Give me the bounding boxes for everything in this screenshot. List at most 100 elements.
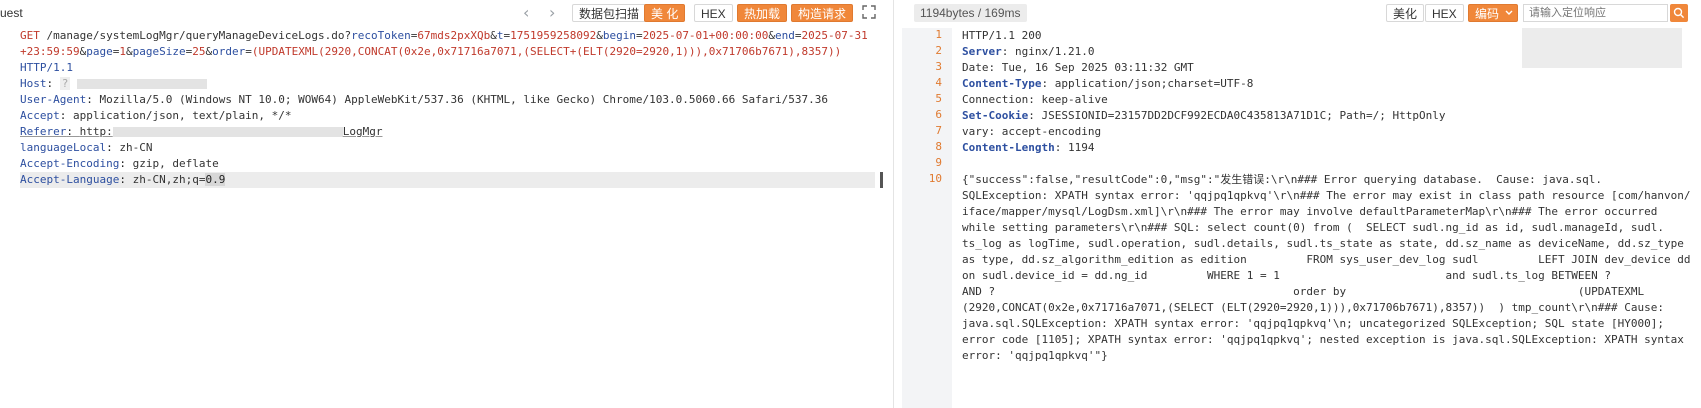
hot-load-button[interactable]: 热加载 xyxy=(737,4,788,22)
request-line: GET /manage/systemLogMgr/queryManageDevi… xyxy=(20,29,868,42)
beautify-button[interactable]: 美 化 xyxy=(644,4,686,22)
body-line: as type, dd.sz_algorithm_edition as edit… xyxy=(962,253,1691,266)
param-value: 67mds2pxXQb xyxy=(417,29,491,42)
param-value: 2025-07-01+00:00:00 xyxy=(642,29,769,42)
header-key: Server xyxy=(962,45,1002,58)
header-colon: : xyxy=(988,61,1002,74)
response-line: Connection: keep-alive xyxy=(962,92,1692,108)
response-line: Server: nginx/1.21.0 xyxy=(962,44,1692,60)
request-editor[interactable]: GET /manage/systemLogMgr/queryManageDevi… xyxy=(20,28,875,188)
header-colon: : xyxy=(988,125,1002,138)
param-value: 1 xyxy=(119,45,126,58)
body-line: (2920,CONCAT(0x2e,0x71716a7071,(SELECT (… xyxy=(962,301,1664,314)
encoding-dropdown[interactable]: 编码 xyxy=(1468,4,1519,22)
body-line: while setting parameters\r\n### SQL: sel… xyxy=(962,221,1664,234)
response-beautify-button[interactable]: 美化 xyxy=(1386,4,1425,22)
fullscreen-icon[interactable] xyxy=(862,5,876,19)
param-equals: = xyxy=(245,45,252,58)
header-value: accept-encoding xyxy=(1001,125,1102,138)
param-value: (UPDATEXML(2920,CONCAT(0x2e,0x71716a7071… xyxy=(251,45,842,58)
next-arrow-icon[interactable]: › xyxy=(549,3,555,22)
param-key: pageSize xyxy=(132,45,186,58)
header-referer: Referer: http: LogMgr xyxy=(20,125,383,138)
chevron-down-icon xyxy=(1505,10,1513,15)
packet-scan-button[interactable]: 数据包扫描 xyxy=(572,4,647,22)
body-line: iface/mapper/mysql/LogDsm.xml]\r\n### Th… xyxy=(962,205,1658,218)
header-language-local: languageLocal: zh-CN xyxy=(20,141,153,154)
param-key: page xyxy=(86,45,113,58)
header-value: application/json;charset=UTF-8 xyxy=(1054,77,1254,90)
param-key: end xyxy=(775,29,795,42)
request-tab-title: uest xyxy=(0,6,23,20)
param-key: recoToken xyxy=(351,29,411,42)
header-accept: Accept: application/json, text/plain, */… xyxy=(20,109,292,122)
header-value: nginx/1.21.0 xyxy=(1015,45,1095,58)
header-key: Content-Length xyxy=(962,141,1055,154)
search-button[interactable] xyxy=(1670,4,1688,22)
request-toolbar: uest ‹ › 数据包扫描 美 化 HEX 热加载 构造请求 xyxy=(0,0,893,26)
hex-button[interactable]: HEX xyxy=(694,4,733,22)
header-colon: : xyxy=(1054,141,1068,154)
response-line: Date: Tue, 16 Sep 2025 03:11:32 GMT xyxy=(962,60,1692,76)
editor-scroll-marker[interactable] xyxy=(880,172,893,188)
header-key: Connection xyxy=(962,93,1029,106)
header-value: keep-alive xyxy=(1041,93,1108,106)
prev-arrow-icon[interactable]: ‹ xyxy=(523,3,529,22)
response-line: HTTP/1.1 200 xyxy=(962,28,1692,44)
header-key: Content-Type xyxy=(962,77,1042,90)
header-key: Set-Cookie xyxy=(962,109,1029,122)
header-colon: : xyxy=(1028,93,1042,106)
body-line: java.sql.SQLException: XPATH syntax erro… xyxy=(962,317,1664,330)
body-line: AND ? order by (UPDATEXML xyxy=(962,285,1645,298)
param-value: 25 xyxy=(192,45,206,58)
status-line: HTTP/1.1 200 xyxy=(962,29,1042,42)
response-line: vary: accept-encoding xyxy=(962,124,1692,140)
response-toolbar: 1194bytes / 169ms 美化 HEX 编码 xyxy=(902,0,1701,26)
line-number: 3 xyxy=(935,60,942,73)
response-viewer[interactable]: HTTP/1.1 200 Server: nginx/1.21.0 Date: Tu… xyxy=(962,28,1692,364)
request-line-cont: +23:59:59&page=1&pageSize=25&order=(UPDA… xyxy=(20,45,842,58)
line-number: 5 xyxy=(935,92,942,105)
response-size-badge: 1194bytes / 169ms xyxy=(914,4,1027,22)
header-key: Date xyxy=(962,61,989,74)
line-number: 9 xyxy=(935,156,942,169)
param-separator: & xyxy=(125,45,133,58)
header-accept-encoding: Accept-Encoding: gzip, deflate xyxy=(20,157,219,170)
body-line: ts_log as logTime, sudl.operation, sudl.… xyxy=(962,237,1684,250)
line-number: 4 xyxy=(935,76,942,89)
line-number: 8 xyxy=(935,140,942,153)
redacted-block xyxy=(77,79,207,89)
line-number: 7 xyxy=(935,124,942,137)
response-hex-button[interactable]: HEX xyxy=(1425,4,1464,22)
header-value: JSESSIONID=23157DD2DCF992ECDA0C435813A71… xyxy=(1041,109,1446,122)
param-value: 2025-07-31 xyxy=(801,29,868,42)
body-line: {"success":false,"resultCode":0,"msg":"发… xyxy=(962,173,1603,186)
redacted-block xyxy=(112,127,343,137)
response-pane: 1194bytes / 169ms 美化 HEX 编码 12345678910 … xyxy=(902,0,1701,408)
param-equals: = xyxy=(794,29,802,42)
header-value: 1194 xyxy=(1067,141,1095,154)
body-line: on sudl.device_id = dd.ng_id WHERE 1 = 1… xyxy=(962,269,1612,282)
header-colon: : xyxy=(1041,77,1055,90)
header-colon: : xyxy=(1028,109,1042,122)
header-value: Tue, 16 Sep 2025 03:11:32 GMT xyxy=(1001,61,1194,74)
param-key: order xyxy=(212,45,246,58)
header-host: Host: ? xyxy=(20,76,875,92)
construct-request-button[interactable]: 构造请求 xyxy=(791,4,854,22)
line-number: 1 xyxy=(935,28,942,41)
header-key: vary xyxy=(962,125,989,138)
param-separator: & xyxy=(596,29,603,42)
param-key: begin xyxy=(602,29,636,42)
header-accept-language: Accept-Language: zh-CN,zh;q=0.9 xyxy=(20,172,875,188)
search-icon xyxy=(1673,7,1685,19)
body-line: SQLException: XPATH syntax error: 'qqjpq… xyxy=(962,189,1691,202)
response-line xyxy=(962,156,1692,172)
app-root: uest ‹ › 数据包扫描 美 化 HEX 热加载 构造请求 GET /man… xyxy=(0,0,1701,408)
locate-response-input[interactable] xyxy=(1523,4,1668,22)
body-line: error code [1105]; XPATH syntax error: '… xyxy=(962,333,1684,346)
header-colon: : xyxy=(1001,45,1015,58)
response-body: {"success":false,"resultCode":0,"msg":"发… xyxy=(962,172,1692,364)
header-user-agent: User-Agent: Mozilla/5.0 (Windows NT 10.0… xyxy=(20,93,828,106)
response-line: Set-Cookie: JSESSIONID=23157DD2DCF992ECD… xyxy=(962,108,1692,124)
line-number: 6 xyxy=(935,108,942,121)
